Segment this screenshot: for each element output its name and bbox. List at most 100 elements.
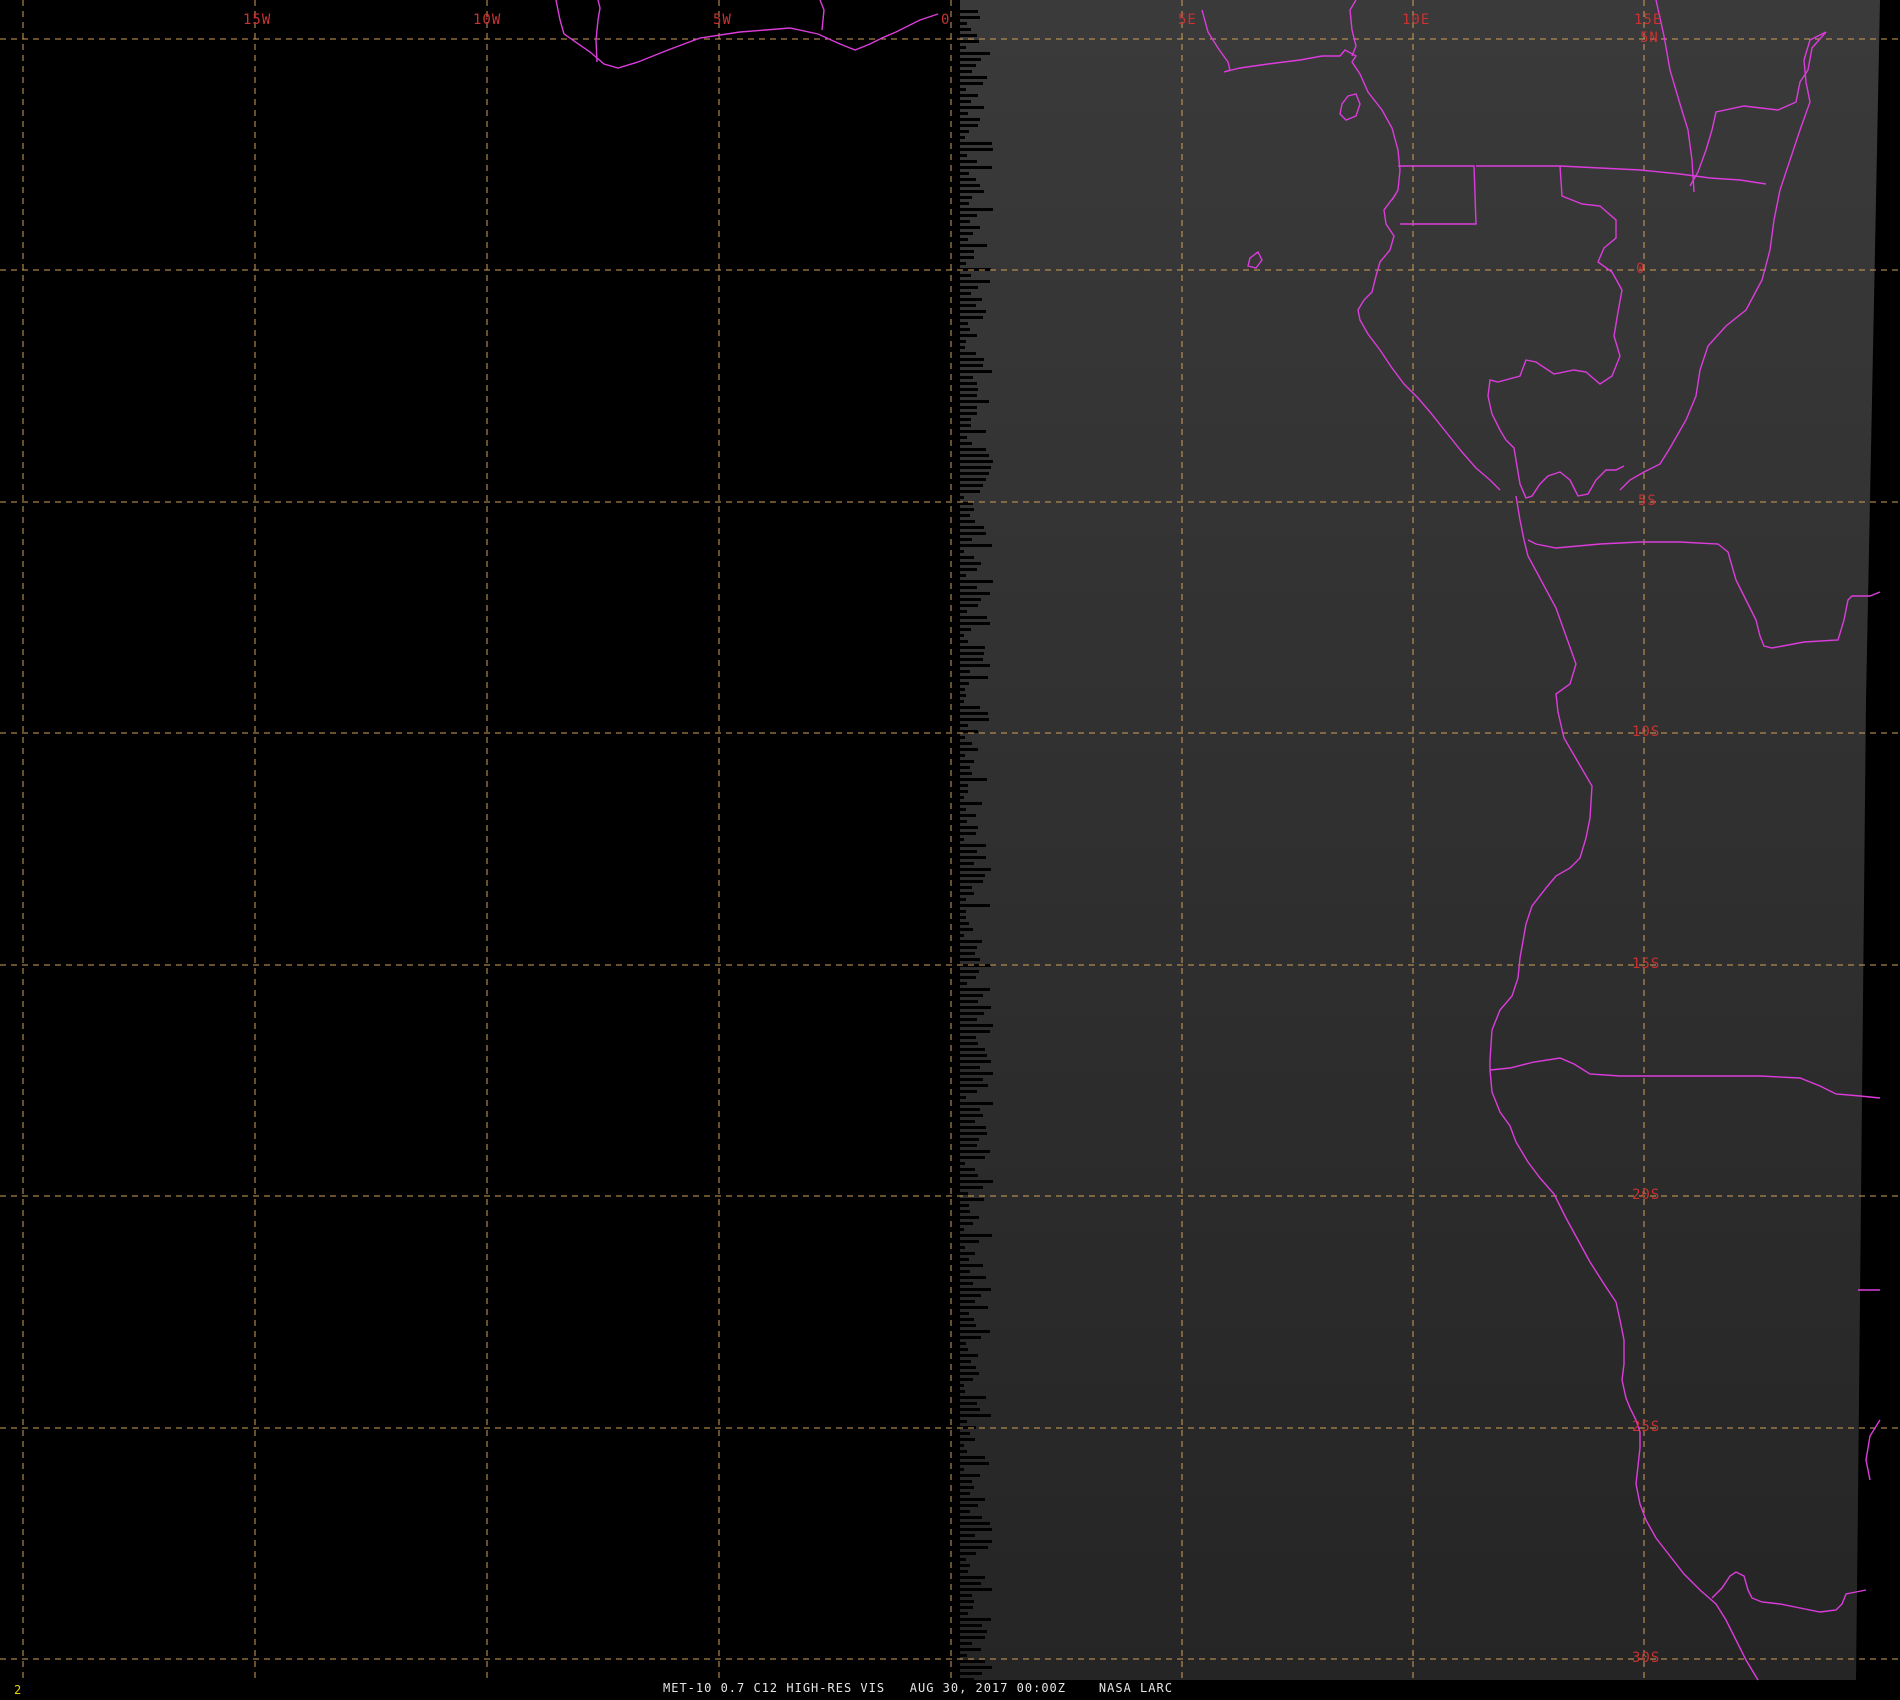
terminator-segment <box>956 1372 979 1375</box>
terminator-segment <box>956 190 984 193</box>
terminator-segment <box>956 1522 990 1525</box>
terminator-segment <box>956 706 980 709</box>
terminator-segment <box>956 322 968 325</box>
terminator-segment <box>956 202 969 205</box>
terminator-segment <box>956 1102 993 1105</box>
terminator-segment <box>956 64 976 67</box>
terminator-segment <box>956 1408 980 1411</box>
terminator-segment <box>956 1570 968 1573</box>
terminator-segment <box>956 1642 972 1645</box>
terminator-segment <box>956 256 974 259</box>
terminator-segment <box>956 1480 972 1483</box>
terminator-segment <box>956 1174 978 1177</box>
terminator-segment <box>956 844 986 847</box>
terminator-segment <box>956 1432 970 1435</box>
terminator-segment <box>956 640 968 643</box>
terminator-segment <box>956 1204 969 1207</box>
terminator-segment <box>956 352 976 355</box>
terminator-segment <box>956 916 966 919</box>
terminator-segment <box>956 1552 976 1555</box>
terminator-segment <box>956 994 983 997</box>
terminator-segment <box>956 580 993 583</box>
terminator-segment <box>956 604 978 607</box>
terminator-segment <box>956 1312 969 1315</box>
terminator-segment <box>956 676 988 679</box>
terminator-segment <box>956 250 974 253</box>
terminator-segment <box>956 1636 985 1639</box>
lat-label-10s: 10S <box>1632 724 1660 740</box>
terminator-segment <box>956 1558 966 1561</box>
terminator-segment <box>956 586 977 589</box>
terminator-segment <box>956 1066 980 1069</box>
terminator-segment <box>956 412 977 415</box>
terminator-segment <box>956 244 987 247</box>
terminator-segment <box>956 370 992 373</box>
terminator-segment <box>956 1450 967 1453</box>
terminator-segment <box>956 382 977 385</box>
terminator-segment <box>956 1528 992 1531</box>
terminator-segment <box>956 286 978 289</box>
terminator-segment <box>956 220 970 223</box>
frame-number: 2 <box>14 1683 22 1697</box>
terminator-segment <box>956 514 970 517</box>
terminator-segment <box>956 1360 971 1363</box>
map-canvas: 15W 10W 5W 0 5E 10E 15E 5N 0 5S 10S 15S … <box>0 0 1900 1700</box>
terminator-segment <box>956 1030 990 1033</box>
terminator-segment <box>956 1270 970 1273</box>
terminator-segment <box>956 724 968 727</box>
terminator-segment <box>956 1162 965 1165</box>
terminator-segment <box>956 400 989 403</box>
terminator-segment <box>956 1396 986 1399</box>
terminator-segment <box>956 1288 991 1291</box>
terminator-segment <box>956 808 966 811</box>
terminator-segment <box>956 1600 974 1603</box>
terminator-segment <box>956 976 976 979</box>
terminator-segment <box>956 1504 978 1507</box>
terminator-segment <box>956 904 990 907</box>
terminator-segment <box>956 310 986 313</box>
terminator-segment <box>956 1534 975 1537</box>
terminator-segment <box>956 1540 992 1543</box>
terminator-segment <box>956 388 978 391</box>
terminator-segment <box>956 1654 967 1657</box>
terminator-segment <box>956 1348 968 1351</box>
terminator-segment <box>956 1492 970 1495</box>
terminator-segment <box>956 58 981 61</box>
terminator-segment <box>956 478 986 481</box>
terminator-segment <box>956 898 966 901</box>
terminator-segment <box>956 670 970 673</box>
terminator-segment <box>956 736 965 739</box>
terminator-segment <box>956 1222 973 1225</box>
terminator-segment <box>956 184 980 187</box>
terminator-segment <box>956 1630 987 1633</box>
terminator-segment <box>956 1234 992 1237</box>
terminator-segment <box>956 958 980 961</box>
terminator-segment <box>956 1132 987 1135</box>
terminator-segment <box>956 646 985 649</box>
terminator-segment <box>956 526 984 529</box>
terminator-segment <box>956 616 987 619</box>
terminator-segment <box>956 346 965 349</box>
terminator-segment <box>956 1144 977 1147</box>
terminator-segment <box>956 1594 972 1597</box>
terminator-segment <box>956 802 982 805</box>
terminator-segment <box>956 376 973 379</box>
terminator-segment <box>956 436 967 439</box>
terminator-segment <box>956 196 972 199</box>
terminator-segment <box>956 1618 991 1621</box>
terminator-segment <box>956 1390 965 1393</box>
terminator-segment <box>956 652 984 655</box>
terminator-segment <box>956 1114 983 1117</box>
terminator-segment <box>956 1576 985 1579</box>
terminator-segment <box>956 748 978 751</box>
terminator-segment <box>956 1324 976 1327</box>
terminator-segment <box>956 1042 978 1045</box>
lat-label-5s: 5S <box>1638 493 1657 509</box>
terminator-segment <box>956 742 972 745</box>
terminator-segment <box>956 100 971 103</box>
terminator-segment <box>956 658 983 661</box>
terminator-segment <box>956 1366 976 1369</box>
terminator-segment <box>956 214 977 217</box>
terminator-segment <box>956 304 976 307</box>
terminator-segment <box>956 226 980 229</box>
